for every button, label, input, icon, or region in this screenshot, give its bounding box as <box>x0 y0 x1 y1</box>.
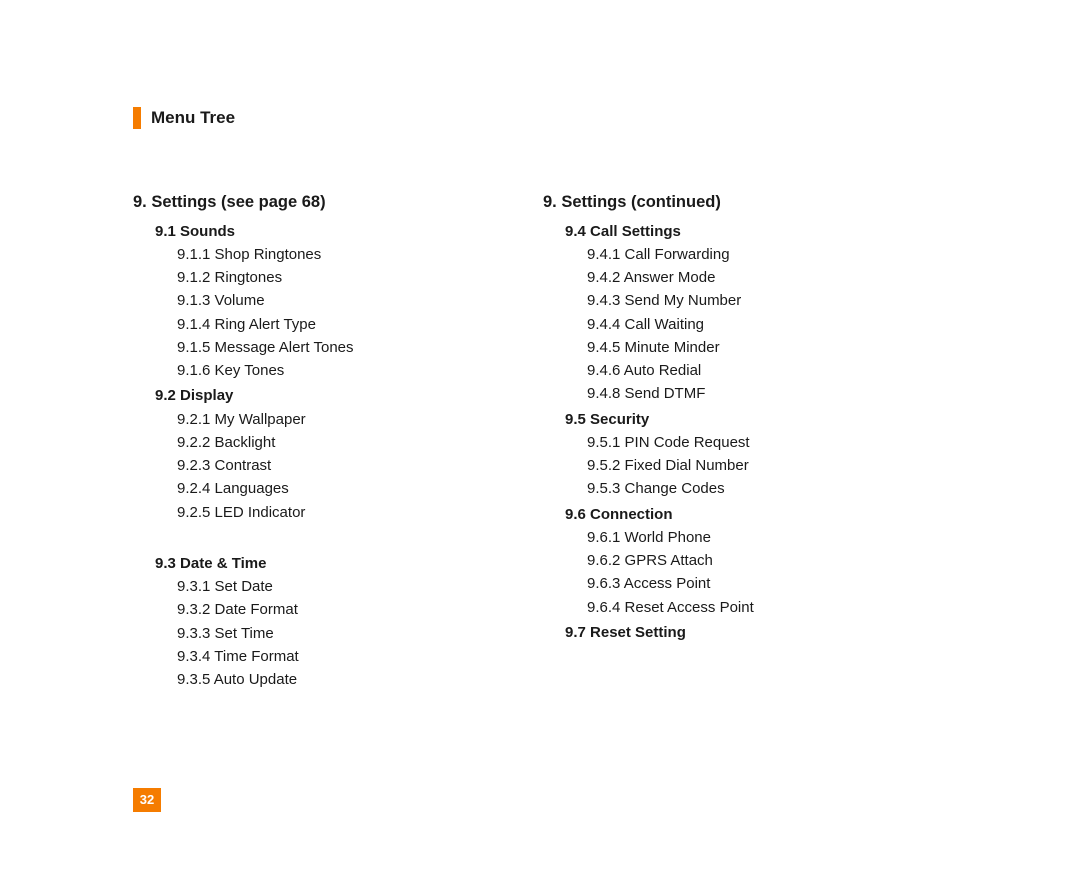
list-item: 9.4.8 Send DTMF <box>587 382 953 405</box>
right-column: 9. Settings (continued) 9.4 Call Setting… <box>543 190 953 691</box>
list-item: 9.5.3 Change Codes <box>587 477 953 500</box>
list-item: 9.3.1 Set Date <box>177 575 543 598</box>
list-item: 9.3.5 Auto Update <box>177 668 543 691</box>
page: Menu Tree 9. Settings (see page 68) 9.1 … <box>0 0 1080 889</box>
list-item: 9.1.5 Message Alert Tones <box>177 336 543 359</box>
list-item: 9.5.2 Fixed Dial Number <box>587 454 953 477</box>
subheading-sounds: 9.1 Sounds <box>155 220 543 243</box>
list-item: 9.6.1 World Phone <box>587 526 953 549</box>
list-item: 9.3.3 Set Time <box>177 622 543 645</box>
list-item: 9.3.4 Time Format <box>177 645 543 668</box>
page-number-badge: 32 <box>133 788 161 812</box>
list-item: 9.6.3 Access Point <box>587 572 953 595</box>
accent-bar <box>133 107 141 129</box>
section-heading-right: 9. Settings (continued) <box>543 190 953 216</box>
list-item: 9.1.2 Ringtones <box>177 266 543 289</box>
list-item: 9.3.2 Date Format <box>177 598 543 621</box>
list-item: 9.4.1 Call Forwarding <box>587 243 953 266</box>
list-item: 9.2.3 Contrast <box>177 454 543 477</box>
page-header: Menu Tree <box>133 105 235 131</box>
list-item: 9.4.5 Minute Minder <box>587 336 953 359</box>
list-item: 9.4.3 Send My Number <box>587 289 953 312</box>
list-item: 9.6.2 GPRS Attach <box>587 549 953 572</box>
list-item: 9.1.3 Volume <box>177 289 543 312</box>
list-item: 9.2.5 LED Indicator <box>177 501 543 524</box>
list-item: 9.2.4 Languages <box>177 477 543 500</box>
list-item: 9.2.2 Backlight <box>177 431 543 454</box>
list-item: 9.5.1 PIN Code Request <box>587 431 953 454</box>
subheading-security: 9.5 Security <box>565 408 953 431</box>
content-columns: 9. Settings (see page 68) 9.1 Sounds 9.1… <box>133 190 953 691</box>
list-item: 9.4.6 Auto Redial <box>587 359 953 382</box>
list-item: 9.4.2 Answer Mode <box>587 266 953 289</box>
subheading-reset-setting: 9.7 Reset Setting <box>565 621 953 644</box>
list-item: 9.1.4 Ring Alert Type <box>177 313 543 336</box>
subheading-call-settings: 9.4 Call Settings <box>565 220 953 243</box>
section-heading-left: 9. Settings (see page 68) <box>133 190 543 216</box>
list-item: 9.1.1 Shop Ringtones <box>177 243 543 266</box>
list-item: 9.1.6 Key Tones <box>177 359 543 382</box>
page-number: 32 <box>140 790 154 810</box>
subheading-connection: 9.6 Connection <box>565 503 953 526</box>
list-item: 9.4.4 Call Waiting <box>587 313 953 336</box>
subheading-display: 9.2 Display <box>155 384 543 407</box>
list-item: 9.6.4 Reset Access Point <box>587 596 953 619</box>
subheading-date-time: 9.3 Date & Time <box>155 552 543 575</box>
left-column: 9. Settings (see page 68) 9.1 Sounds 9.1… <box>133 190 543 691</box>
page-title: Menu Tree <box>151 105 235 131</box>
list-item: 9.2.1 My Wallpaper <box>177 408 543 431</box>
